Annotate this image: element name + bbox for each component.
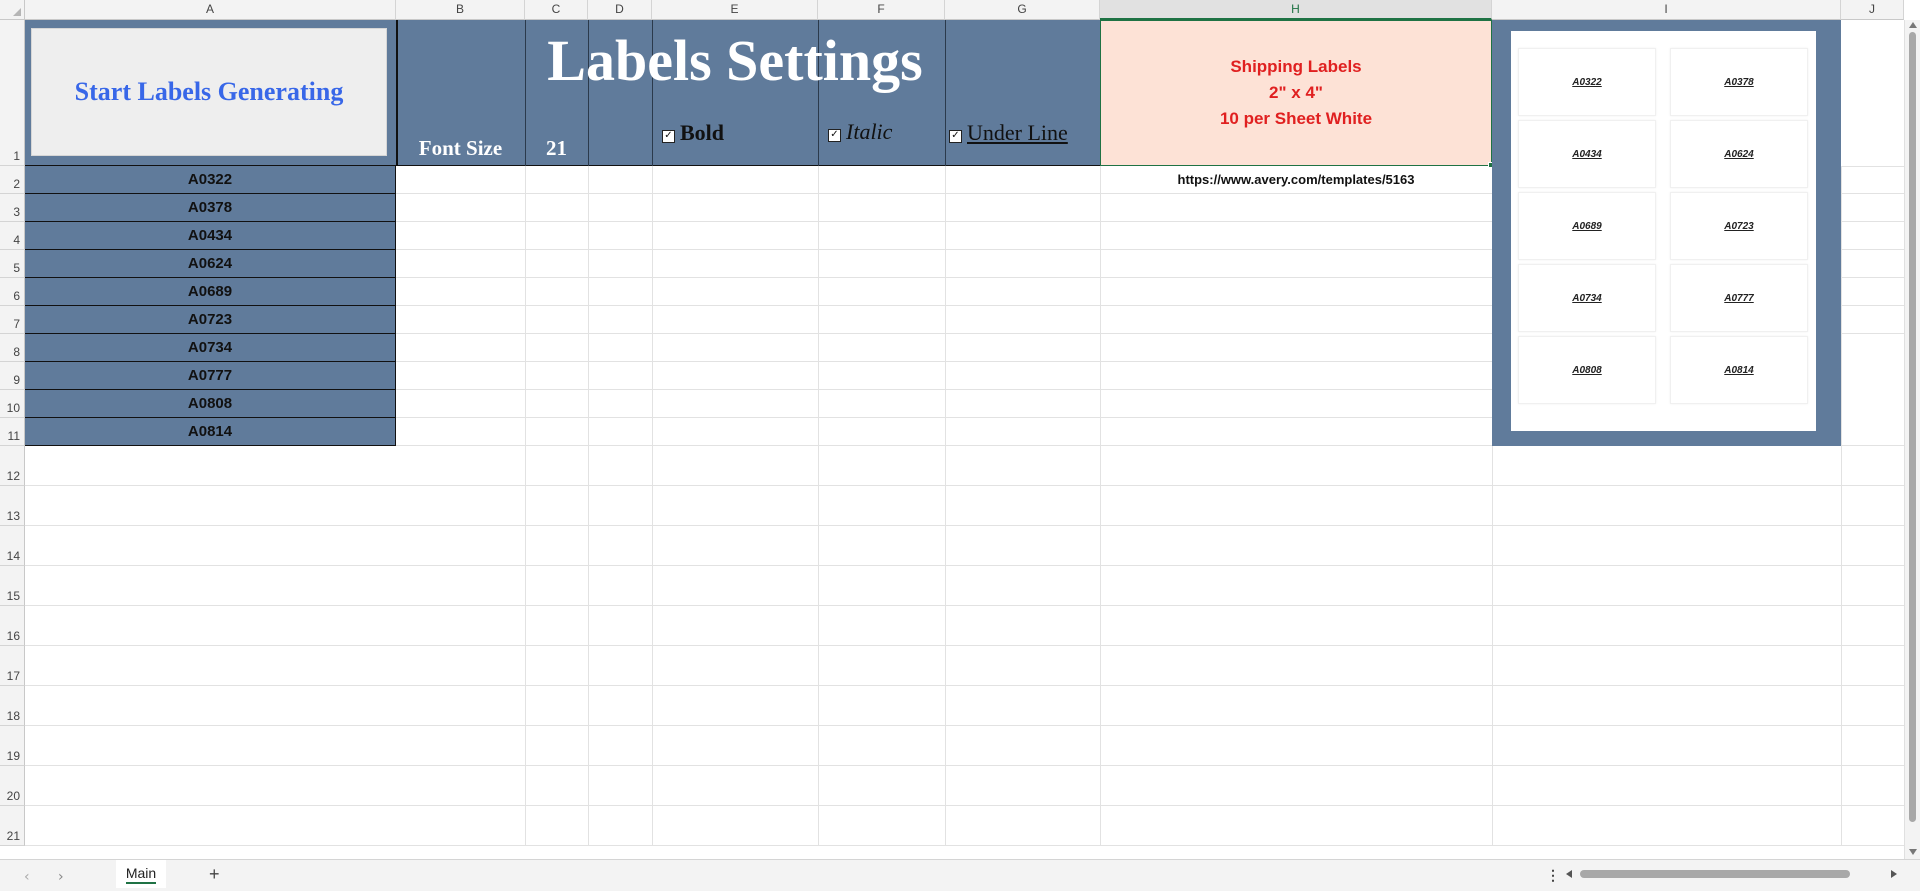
preview-label: A0322: [1518, 48, 1656, 116]
row-header[interactable]: 15: [0, 566, 25, 606]
label-preview-sheet[interactable]: A0322 A0378 A0434 A0624 A0689 A0723 A073…: [1511, 31, 1816, 431]
prev-sheet-icon[interactable]: ‹: [24, 869, 30, 885]
scroll-down-icon[interactable]: [1909, 849, 1917, 855]
checkbox-checked-icon[interactable]: ✓: [949, 130, 962, 143]
row-header[interactable]: 10: [0, 390, 25, 418]
checkbox-checked-icon[interactable]: ✓: [828, 129, 841, 142]
row-header[interactable]: 16: [0, 606, 25, 646]
preview-label: A0434: [1518, 120, 1656, 188]
row-header[interactable]: 4: [0, 222, 25, 250]
horizontal-scroll-thumb[interactable]: [1580, 870, 1850, 878]
row-header[interactable]: 3: [0, 194, 25, 222]
bold-checkbox[interactable]: ✓ Bold: [662, 120, 724, 146]
row-header[interactable]: 11: [0, 418, 25, 446]
row-header[interactable]: 6: [0, 278, 25, 306]
vertical-scrollbar[interactable]: [1904, 20, 1920, 859]
row-header[interactable]: 5: [0, 250, 25, 278]
row-header[interactable]: 13: [0, 486, 25, 526]
scroll-up-icon[interactable]: [1909, 22, 1917, 28]
underline-checkbox[interactable]: ✓ Under Line: [949, 120, 1068, 146]
tab-main-label: Main: [125, 865, 157, 884]
scroll-left-icon[interactable]: [1566, 870, 1572, 878]
column-header-e[interactable]: E: [652, 0, 818, 20]
italic-checkbox[interactable]: ✓ Italic: [828, 119, 892, 145]
column-header-f[interactable]: F: [818, 0, 945, 20]
preview-label: A0808: [1518, 336, 1656, 404]
column-header-a[interactable]: A: [25, 0, 396, 20]
vertical-scroll-thumb[interactable]: [1909, 32, 1916, 822]
shipping-labels-cell[interactable]: Shipping Labels 2" x 4" 10 per Sheet Whi…: [1100, 20, 1492, 166]
font-size-value[interactable]: 21: [525, 136, 588, 161]
shipping-sheet: 10 per Sheet White: [1219, 109, 1373, 128]
tab-main[interactable]: Main: [116, 860, 166, 888]
row-header[interactable]: 12: [0, 446, 25, 486]
column-header-i[interactable]: I: [1492, 0, 1841, 20]
font-size-label: Font Size: [418, 136, 503, 160]
preview-label: A0814: [1670, 336, 1808, 404]
next-sheet-icon[interactable]: ›: [58, 869, 64, 885]
preview-label: A0378: [1670, 48, 1808, 116]
row-header[interactable]: 1: [0, 20, 25, 166]
row-header[interactable]: 18: [0, 686, 25, 726]
preview-label: A0689: [1518, 192, 1656, 260]
label-code-cell[interactable]: A0378: [25, 194, 396, 222]
checkbox-checked-icon[interactable]: ✓: [662, 130, 675, 143]
label-code-cell[interactable]: A0689: [25, 278, 396, 306]
preview-label: A0624: [1670, 120, 1808, 188]
row-header[interactable]: 14: [0, 526, 25, 566]
scroll-right-icon[interactable]: [1891, 870, 1897, 878]
page-title: Labels Settings: [547, 28, 923, 93]
preview-label: A0734: [1518, 264, 1656, 332]
row-header[interactable]: 9: [0, 362, 25, 390]
column-header-b[interactable]: B: [396, 0, 525, 20]
column-header-h[interactable]: H: [1100, 0, 1492, 20]
preview-label: A0723: [1670, 192, 1808, 260]
more-options-icon[interactable]: ⋮: [1546, 867, 1560, 884]
column-header-d[interactable]: D: [588, 0, 652, 20]
start-labels-button[interactable]: Start Labels Generating: [31, 28, 387, 156]
column-header-j[interactable]: J: [1841, 0, 1904, 20]
label-code-cell[interactable]: A0777: [25, 362, 396, 390]
label-code-cell[interactable]: A0723: [25, 306, 396, 334]
row-header[interactable]: 19: [0, 726, 25, 766]
row-header[interactable]: 21: [0, 806, 25, 846]
column-header-c[interactable]: C: [525, 0, 588, 20]
column-header-g[interactable]: G: [945, 0, 1100, 20]
row-header[interactable]: 20: [0, 766, 25, 806]
label-code-cell[interactable]: A0734: [25, 334, 396, 362]
row-header[interactable]: 17: [0, 646, 25, 686]
shipping-title: Shipping Labels: [1230, 57, 1362, 76]
shipping-size: 2" x 4": [1269, 83, 1323, 102]
italic-checkbox-label: Italic: [846, 119, 893, 144]
sheet-tab-bar: ‹ › Main + ⋮: [0, 859, 1920, 891]
template-url[interactable]: https://www.avery.com/templates/5163: [1100, 166, 1492, 194]
row-header[interactable]: 2: [0, 166, 25, 194]
label-code-cell[interactable]: A0814: [25, 418, 396, 446]
row-header[interactable]: 8: [0, 334, 25, 362]
label-code-cell[interactable]: A0808: [25, 390, 396, 418]
row-header[interactable]: 7: [0, 306, 25, 334]
bold-checkbox-label: Bold: [680, 120, 725, 145]
label-code-cell[interactable]: A0624: [25, 250, 396, 278]
label-code-cell[interactable]: A0322: [25, 166, 396, 194]
add-sheet-icon[interactable]: +: [209, 864, 220, 885]
preview-label: A0777: [1670, 264, 1808, 332]
select-all-corner[interactable]: [0, 0, 25, 20]
label-code-cell[interactable]: A0434: [25, 222, 396, 250]
start-labels-button-label: Start Labels Generating: [74, 77, 344, 106]
underline-checkbox-label: Under Line: [967, 120, 1068, 145]
